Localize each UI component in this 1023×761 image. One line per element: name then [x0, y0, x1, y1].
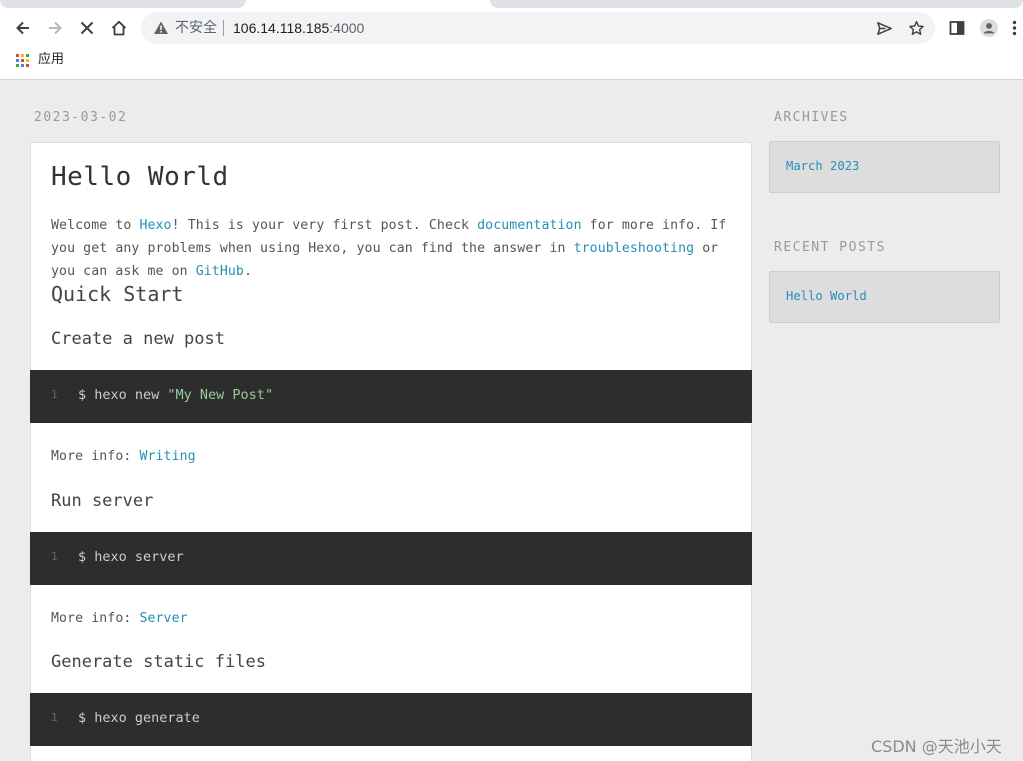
back-button[interactable] — [8, 12, 38, 44]
archives-title: ARCHIVES — [774, 110, 849, 125]
code-block-generate: 1 $ hexo generate — [30, 693, 752, 746]
page-viewport: 2023-03-02 Hello World Welcome to Hexo! … — [0, 81, 1023, 761]
post-date[interactable]: 2023-03-02 — [34, 110, 127, 125]
archives-widget: March 2023 — [769, 141, 1000, 193]
more-info-label: More info: — [51, 611, 140, 626]
profile-button[interactable] — [974, 12, 1004, 44]
kebab-menu-icon — [1012, 20, 1017, 36]
url-host: 106.14.118.185 — [233, 20, 330, 36]
code-command[interactable]: $ hexo generate — [78, 710, 200, 726]
post-title[interactable]: Hello World — [51, 161, 229, 193]
quick-start-heading: Quick Start — [51, 282, 184, 306]
star-icon — [908, 20, 924, 35]
code-string-literal: "My New Post" — [167, 387, 274, 403]
github-link[interactable]: GitHub — [196, 264, 244, 279]
arrow-left-icon — [16, 21, 29, 35]
recent-posts-title: RECENT POSTS — [774, 240, 886, 255]
section-heading-create-post: Create a new post — [51, 329, 225, 349]
section-heading-generate: Generate static files — [51, 652, 266, 672]
browser-chrome: 不安全 106.14.118.185:4000 应用 — [0, 0, 1023, 80]
stop-loading-button[interactable] — [72, 12, 102, 44]
forward-button[interactable] — [40, 12, 70, 44]
send-icon — [876, 21, 892, 35]
browser-toolbar: 不安全 106.14.118.185:4000 — [0, 12, 1023, 45]
code-command-text: $ hexo generate — [78, 710, 200, 726]
profile-avatar-icon — [980, 19, 998, 37]
url-port: :4000 — [329, 20, 365, 36]
recent-post-link-hello-world[interactable]: Hello World — [786, 289, 867, 303]
apps-grid-icon[interactable] — [16, 54, 29, 67]
tab-background-left[interactable] — [0, 0, 246, 8]
server-link[interactable]: Server — [139, 611, 187, 626]
tab-background-right[interactable] — [490, 0, 1023, 8]
home-button[interactable] — [104, 12, 134, 44]
security-status-label[interactable]: 不安全 — [175, 19, 217, 37]
bookmarks-bar: 应用 — [0, 50, 1023, 72]
url-text[interactable]: 106.14.118.185:4000 — [233, 19, 364, 37]
code-block-new-post: 1 $ hexo new "My New Post" — [30, 370, 752, 423]
omnibox-separator — [223, 20, 224, 36]
hexo-link[interactable]: Hexo — [139, 218, 171, 233]
recent-posts-widget: Hello World — [769, 271, 1000, 323]
code-command[interactable]: $ hexo new "My New Post" — [78, 387, 273, 403]
code-block-server: 1 $ hexo server — [30, 532, 752, 585]
home-icon — [111, 20, 127, 36]
code-command-text: $ hexo server — [78, 549, 184, 565]
browser-menu-button[interactable] — [1006, 12, 1023, 44]
send-button[interactable] — [874, 18, 894, 38]
intro-text: Welcome to — [51, 218, 140, 233]
side-panel-button[interactable] — [942, 12, 972, 44]
address-bar[interactable]: 不安全 106.14.118.185:4000 — [141, 12, 935, 44]
code-line-number: 1 — [51, 388, 58, 401]
troubleshooting-link[interactable]: troubleshooting — [574, 241, 695, 256]
code-command-text: $ hexo new — [78, 387, 168, 403]
code-line-number: 1 — [51, 711, 58, 724]
side-panel-icon — [949, 21, 965, 35]
writing-link[interactable]: Writing — [139, 449, 195, 464]
code-line-number: 1 — [51, 550, 58, 563]
documentation-link[interactable]: documentation — [477, 218, 582, 233]
intro-text: . — [243, 264, 253, 279]
more-info-server: More info: Server — [51, 607, 741, 630]
intro-text: ! This is your very first post. Check — [171, 218, 478, 233]
section-heading-run-server: Run server — [51, 491, 154, 511]
warning-triangle-icon[interactable] — [153, 20, 169, 36]
more-info-label: More info: — [51, 449, 140, 464]
arrow-right-icon — [49, 21, 62, 35]
bookmark-star-button[interactable] — [906, 18, 926, 38]
archive-link-march-2023[interactable]: March 2023 — [786, 159, 859, 173]
close-icon — [80, 21, 94, 35]
code-command[interactable]: $ hexo server — [78, 549, 184, 565]
article-card: Hello World Welcome to Hexo! This is you… — [30, 142, 752, 761]
tab-strip — [0, 0, 1023, 9]
intro-paragraph: Welcome to Hexo! This is your very first… — [51, 214, 741, 283]
more-info-writing: More info: Writing — [51, 445, 741, 468]
apps-bookmark-label[interactable]: 应用 — [38, 51, 64, 69]
csdn-watermark: CSDN @天池小天 — [871, 737, 1002, 756]
